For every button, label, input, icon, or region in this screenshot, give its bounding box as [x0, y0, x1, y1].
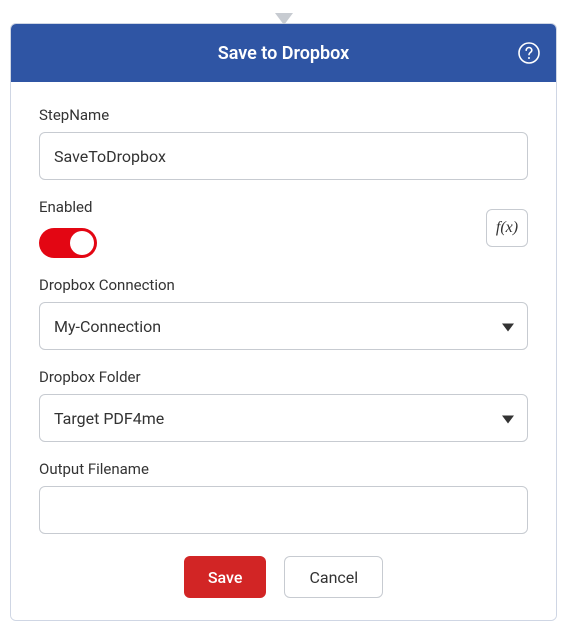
- dropbox-folder-field: Dropbox Folder Target PDF4me: [39, 368, 528, 442]
- dropbox-connection-field: Dropbox Connection My-Connection: [39, 276, 528, 350]
- dropbox-connection-label: Dropbox Connection: [39, 276, 528, 294]
- enabled-toggle[interactable]: [39, 228, 97, 258]
- stepname-label: StepName: [39, 106, 528, 124]
- cancel-button[interactable]: Cancel: [284, 556, 383, 598]
- output-filename-field: Output Filename: [39, 460, 528, 534]
- output-filename-input[interactable]: [39, 486, 528, 534]
- enabled-row: Enabled f(x): [39, 198, 528, 258]
- dialog-body: StepName Enabled f(x) Dropbox Connection…: [11, 82, 556, 620]
- stepname-field: StepName: [39, 106, 528, 180]
- dropbox-folder-label: Dropbox Folder: [39, 368, 528, 386]
- dialog-card: Save to Dropbox StepName Enabled f(x): [10, 23, 557, 621]
- footer-buttons: Save Cancel: [39, 556, 528, 598]
- dialog-header: Save to Dropbox: [11, 24, 556, 82]
- toggle-knob: [70, 231, 94, 255]
- output-filename-label: Output Filename: [39, 460, 528, 478]
- save-button[interactable]: Save: [184, 556, 267, 598]
- dropbox-folder-select[interactable]: Target PDF4me: [39, 394, 528, 442]
- fx-button[interactable]: f(x): [486, 209, 528, 247]
- dialog-title: Save to Dropbox: [218, 43, 350, 64]
- stepname-input[interactable]: [39, 132, 528, 180]
- enabled-label: Enabled: [39, 198, 97, 216]
- dropbox-connection-select[interactable]: My-Connection: [39, 302, 528, 350]
- help-icon[interactable]: [518, 42, 540, 64]
